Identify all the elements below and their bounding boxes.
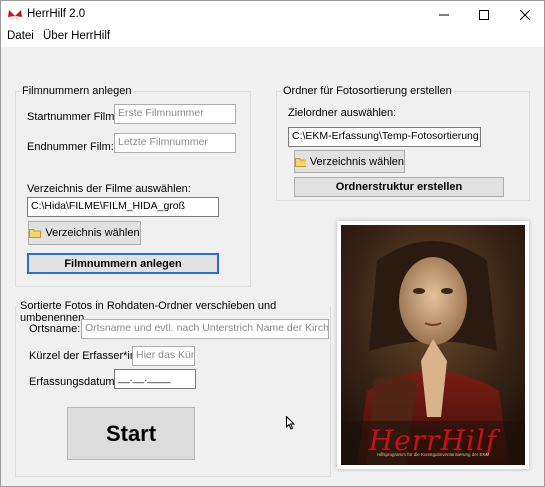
folder-icon [295, 157, 306, 167]
close-icon [520, 10, 530, 20]
create-film-numbers-label: Filmnummern anlegen [64, 257, 182, 270]
target-folder-label: Zielordner auswählen: [288, 107, 397, 119]
create-folder-structure-button[interactable]: Ordnerstruktur erstellen [294, 177, 504, 197]
ordner-choose-dir-button[interactable]: Verzeichnis wählen [294, 150, 405, 173]
create-film-numbers-button[interactable]: Filmnummern anlegen [27, 253, 219, 274]
minimize-button[interactable] [426, 1, 462, 29]
menu-datei[interactable]: Datei [7, 30, 34, 42]
butterfly-app-icon [8, 10, 22, 22]
datum-input[interactable]: __.__.____ [114, 369, 196, 389]
kuerzel-label: Kürzel der Erfasser*in: [29, 350, 140, 362]
folder-icon [29, 229, 42, 238]
start-number-input[interactable]: Erste Filmnummer [114, 104, 236, 124]
title-bar[interactable]: HerrHilf 2.0 [1, 1, 544, 29]
target-folder-input[interactable]: C:\EKM-Erfassung\Temp-Fotosortierung [288, 127, 481, 147]
maximize-button[interactable] [466, 1, 502, 29]
film-dir-input[interactable]: C:\Hida\FILME\FILM_HIDA_groß [27, 197, 219, 217]
start-button[interactable]: Start [67, 407, 195, 460]
ortsname-input[interactable]: Ortsname und evtl. nach Unterstrich Name… [81, 319, 329, 339]
logo-tagline: Hilfsprogramm für die Kunstgutinventaris… [376, 452, 490, 457]
film-group-title: Filmnummern anlegen [20, 85, 134, 97]
window-title: HerrHilf 2.0 [27, 8, 86, 20]
minimize-icon [439, 14, 449, 16]
maximize-icon [479, 10, 489, 20]
film-choose-dir-label: Verzeichnis wählen [45, 227, 140, 239]
kuerzel-input[interactable]: Hier das Kürzel [132, 346, 195, 366]
menu-ueber[interactable]: Über HerrHilf [43, 30, 110, 42]
logo-painting: HerrHilf Hilfsprogramm für die Kunstguti… [337, 221, 529, 469]
app-window: HerrHilf 2.0 Datei Über HerrHilf Filmnum… [0, 0, 545, 487]
ordner-choose-dir-label: Verzeichnis wählen [309, 155, 404, 168]
film-choose-dir-button[interactable]: Verzeichnis wählen [28, 221, 141, 245]
datum-label: Erfassungsdatum: [29, 376, 118, 388]
mouse-cursor-icon [286, 416, 296, 430]
start-number-label: Startnummer Film: [27, 111, 118, 123]
film-dir-label: Verzeichnis der Filme auswählen: [27, 183, 191, 195]
ortsname-label: Ortsname: [29, 323, 81, 335]
menu-bar: Datei Über HerrHilf [1, 29, 544, 47]
create-folder-structure-label: Ordnerstruktur erstellen [335, 181, 463, 193]
start-label: Start [105, 420, 157, 446]
close-button[interactable] [507, 1, 543, 29]
ordner-group-title: Ordner für Fotosortierung erstellen [281, 85, 454, 97]
end-number-input[interactable]: Letzte Filmnummer [114, 133, 236, 153]
end-number-label: Endnummer Film: [27, 141, 114, 153]
